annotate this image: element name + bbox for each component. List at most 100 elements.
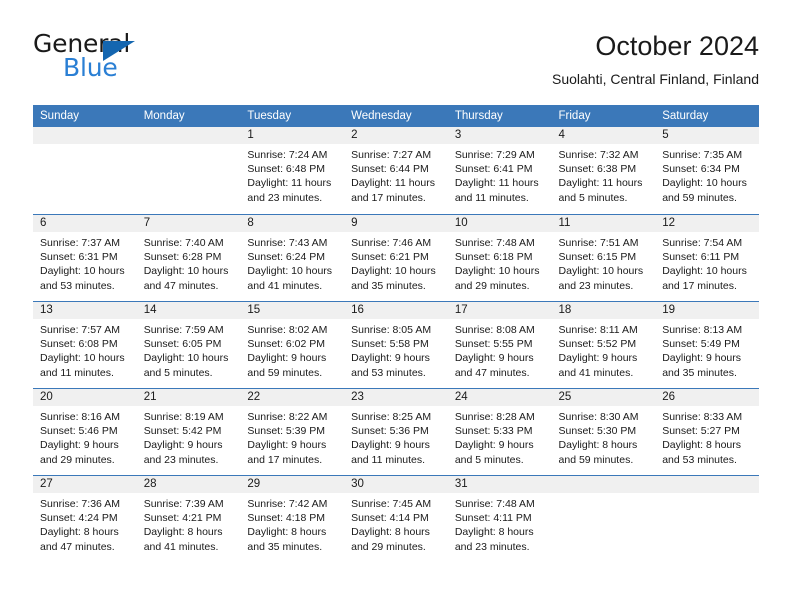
calendar-body: 1 Sunrise: 7:24 AM Sunset: 6:48 PM Daylight… xyxy=(33,127,759,562)
sunset-text: Sunset: 6:18 PM xyxy=(454,251,533,264)
daylight-text-line2: and 23 minutes. xyxy=(143,453,219,466)
day-cell-8[interactable]: 8 Sunrise: 7:43 AM Sunset: 6:24 PM Daylight… xyxy=(240,214,345,301)
day-cell-21[interactable]: 21 Sunrise: 8:19 AM Sunset: 5:42 PM Dayligh… xyxy=(136,388,241,475)
day-cell-9[interactable]: 9 Sunrise: 7:46 AM Sunset: 6:21 PM Daylight… xyxy=(344,214,448,301)
day-number: 30 xyxy=(344,476,448,493)
sunrise-text: Sunrise: 8:25 AM xyxy=(351,411,432,423)
day-cell-25[interactable]: 25 Sunrise: 8:30 AM Sunset: 5:30 PM Dayligh… xyxy=(551,388,656,475)
day-cell-15[interactable]: 15 Sunrise: 8:02 AM Sunset: 6:02 PM Dayligh… xyxy=(240,301,345,388)
sunset-text: Sunset: 5:36 PM xyxy=(351,425,429,438)
daylight-text-line2: and 35 minutes. xyxy=(351,279,426,292)
day-cell-29[interactable]: 29 Sunrise: 7:42 AM Sunset: 4:18 PM Dayligh… xyxy=(240,475,345,562)
weekday-header-monday: Monday xyxy=(136,105,241,127)
day-number: 17 xyxy=(447,302,552,319)
day-cell-12[interactable]: 12 Sunrise: 7:54 AM Sunset: 6:11 PM Dayligh… xyxy=(655,214,759,301)
day-details: Sunrise: 7:45 AM Sunset: 4:14 PM Daylight:… xyxy=(344,493,448,554)
weekday-header-saturday: Saturday xyxy=(655,105,759,127)
day-cell-26[interactable]: 26 Sunrise: 8:33 AM Sunset: 5:27 PM Dayligh… xyxy=(655,388,759,475)
day-cell-empty xyxy=(551,475,656,562)
day-cell-30[interactable]: 30 Sunrise: 7:45 AM Sunset: 4:14 PM Dayligh… xyxy=(344,475,448,562)
page-subtitle: Suolahti, Central Finland, Finland xyxy=(551,71,759,87)
day-cell-13[interactable]: 13 Sunrise: 7:57 AM Sunset: 6:08 PM Dayligh… xyxy=(33,301,137,388)
day-details: Sunrise: 8:02 AM Sunset: 6:02 PM Daylight:… xyxy=(240,319,344,380)
day-cell-7[interactable]: 7 Sunrise: 7:40 AM Sunset: 6:28 PM Daylight… xyxy=(136,214,241,301)
sunset-text: Sunset: 6:15 PM xyxy=(558,251,637,264)
sunrise-text: Sunrise: 7:27 AM xyxy=(351,149,432,161)
day-cell-2[interactable]: 2 Sunrise: 7:27 AM Sunset: 6:44 PM Daylight… xyxy=(344,127,448,214)
calendar-cell: 11 Sunrise: 7:51 AM Sunset: 6:15 PM Dayligh… xyxy=(551,214,656,301)
day-cell-3[interactable]: 3 Sunrise: 7:29 AM Sunset: 6:41 PM Daylight… xyxy=(447,127,552,214)
calendar-page: General Blue October 2024 Suolahti, Cent… xyxy=(0,0,792,612)
daylight-text-line1: Daylight: 10 hours xyxy=(454,265,540,278)
calendar-cell: 6 Sunrise: 7:37 AM Sunset: 6:31 PM Daylight… xyxy=(33,214,137,301)
daylight-text-line2: and 23 minutes. xyxy=(454,540,530,553)
day-cell-31[interactable]: 31 Sunrise: 7:48 AM Sunset: 4:11 PM Dayligh… xyxy=(447,475,552,562)
day-cell-14[interactable]: 14 Sunrise: 7:59 AM Sunset: 6:05 PM Dayligh… xyxy=(136,301,241,388)
day-cell-11[interactable]: 11 Sunrise: 7:51 AM Sunset: 6:15 PM Dayligh… xyxy=(551,214,656,301)
day-number xyxy=(551,476,656,493)
day-cell-6[interactable]: 6 Sunrise: 7:37 AM Sunset: 6:31 PM Daylight… xyxy=(33,214,137,301)
day-cell-empty xyxy=(33,127,137,214)
daylight-text-line2: and 17 minutes. xyxy=(662,279,737,292)
day-number: 2 xyxy=(344,127,448,144)
calendar-cell: 30 Sunrise: 7:45 AM Sunset: 4:14 PM Dayligh… xyxy=(344,475,448,562)
day-cell-5[interactable]: 5 Sunrise: 7:35 AM Sunset: 6:34 PM Daylight… xyxy=(655,127,759,214)
day-details: Sunrise: 7:39 AM Sunset: 4:21 PM Daylight:… xyxy=(137,493,241,554)
day-number: 8 xyxy=(240,215,345,232)
sunrise-text: Sunrise: 8:05 AM xyxy=(351,324,432,336)
daylight-text-line1: Daylight: 8 hours xyxy=(558,439,638,452)
day-cell-24[interactable]: 24 Sunrise: 8:28 AM Sunset: 5:33 PM Dayligh… xyxy=(447,388,552,475)
day-details: Sunrise: 8:13 AM Sunset: 5:49 PM Daylight:… xyxy=(655,319,759,380)
daylight-text-line1: Daylight: 11 hours xyxy=(351,177,435,190)
daylight-text-line1: Daylight: 8 hours xyxy=(662,439,742,452)
sunset-text: Sunset: 6:08 PM xyxy=(40,338,118,351)
day-number: 4 xyxy=(551,127,656,144)
day-cell-22[interactable]: 22 Sunrise: 8:22 AM Sunset: 5:39 PM Dayligh… xyxy=(240,388,345,475)
day-number: 16 xyxy=(344,302,448,319)
day-cell-1[interactable]: 1 Sunrise: 7:24 AM Sunset: 6:48 PM Daylight… xyxy=(240,127,345,214)
day-details: Sunrise: 7:37 AM Sunset: 6:31 PM Daylight:… xyxy=(33,232,137,293)
daylight-text-line1: Daylight: 9 hours xyxy=(454,352,534,365)
calendar-cell: 8 Sunrise: 7:43 AM Sunset: 6:24 PM Daylight… xyxy=(240,214,345,301)
day-cell-28[interactable]: 28 Sunrise: 7:39 AM Sunset: 4:21 PM Dayligh… xyxy=(136,475,241,562)
sunrise-text: Sunrise: 7:29 AM xyxy=(454,149,535,161)
sunrise-text: Sunrise: 8:19 AM xyxy=(143,411,224,423)
sunset-text: Sunset: 5:49 PM xyxy=(662,338,740,351)
day-cell-20[interactable]: 20 Sunrise: 8:16 AM Sunset: 5:46 PM Dayligh… xyxy=(33,388,137,475)
day-cell-23[interactable]: 23 Sunrise: 8:25 AM Sunset: 5:36 PM Dayligh… xyxy=(344,388,448,475)
day-details: Sunrise: 8:16 AM Sunset: 5:46 PM Daylight:… xyxy=(33,406,137,467)
sunset-text: Sunset: 5:30 PM xyxy=(558,425,637,438)
day-cell-18[interactable]: 18 Sunrise: 8:11 AM Sunset: 5:52 PM Dayligh… xyxy=(551,301,656,388)
day-cell-27[interactable]: 27 Sunrise: 7:36 AM Sunset: 4:24 PM Dayligh… xyxy=(33,475,137,562)
calendar-cell: 4 Sunrise: 7:32 AM Sunset: 6:38 PM Daylight… xyxy=(551,127,656,214)
day-details: Sunrise: 8:08 AM Sunset: 5:55 PM Daylight:… xyxy=(448,319,552,380)
day-number: 9 xyxy=(344,215,448,232)
sunrise-text: Sunrise: 8:02 AM xyxy=(247,324,328,336)
sunset-text: Sunset: 5:58 PM xyxy=(351,338,429,351)
daylight-text-line2: and 41 minutes. xyxy=(558,366,634,379)
day-cell-4[interactable]: 4 Sunrise: 7:32 AM Sunset: 6:38 PM Daylight… xyxy=(551,127,656,214)
day-details: Sunrise: 8:05 AM Sunset: 5:58 PM Daylight:… xyxy=(344,319,448,380)
sunrise-text: Sunrise: 7:36 AM xyxy=(40,498,120,510)
day-details: Sunrise: 8:19 AM Sunset: 5:42 PM Daylight:… xyxy=(137,406,241,467)
daylight-text-line1: Daylight: 9 hours xyxy=(662,352,742,365)
calendar-cell: 18 Sunrise: 8:11 AM Sunset: 5:52 PM Dayligh… xyxy=(551,301,656,388)
day-cell-16[interactable]: 16 Sunrise: 8:05 AM Sunset: 5:58 PM Dayligh… xyxy=(344,301,448,388)
calendar-cell: 29 Sunrise: 7:42 AM Sunset: 4:18 PM Dayligh… xyxy=(240,475,345,562)
day-cell-19[interactable]: 19 Sunrise: 8:13 AM Sunset: 5:49 PM Dayligh… xyxy=(655,301,759,388)
sunrise-text: Sunrise: 7:40 AM xyxy=(143,237,224,249)
day-details: Sunrise: 8:28 AM Sunset: 5:33 PM Daylight:… xyxy=(448,406,552,467)
sunrise-text: Sunrise: 7:24 AM xyxy=(247,149,328,161)
sunrise-text: Sunrise: 8:30 AM xyxy=(558,411,639,423)
calendar-cell xyxy=(136,127,241,214)
day-details: Sunrise: 7:59 AM Sunset: 6:05 PM Daylight:… xyxy=(137,319,241,380)
calendar-cell: 16 Sunrise: 8:05 AM Sunset: 5:58 PM Dayligh… xyxy=(344,301,448,388)
day-cell-17[interactable]: 17 Sunrise: 8:08 AM Sunset: 5:55 PM Dayligh… xyxy=(447,301,552,388)
day-cell-10[interactable]: 10 Sunrise: 7:48 AM Sunset: 6:18 PM Dayligh… xyxy=(447,214,552,301)
brand-logo[interactable]: General Blue xyxy=(33,30,253,88)
calendar-table: Sunday Monday Tuesday Wednesday Thursday Frid… xyxy=(33,105,759,562)
daylight-text-line2: and 5 minutes. xyxy=(558,191,628,204)
day-details: Sunrise: 8:22 AM Sunset: 5:39 PM Daylight:… xyxy=(240,406,344,467)
calendar-cell: 17 Sunrise: 8:08 AM Sunset: 5:55 PM Dayligh… xyxy=(447,301,552,388)
sunset-text: Sunset: 5:39 PM xyxy=(247,425,326,438)
